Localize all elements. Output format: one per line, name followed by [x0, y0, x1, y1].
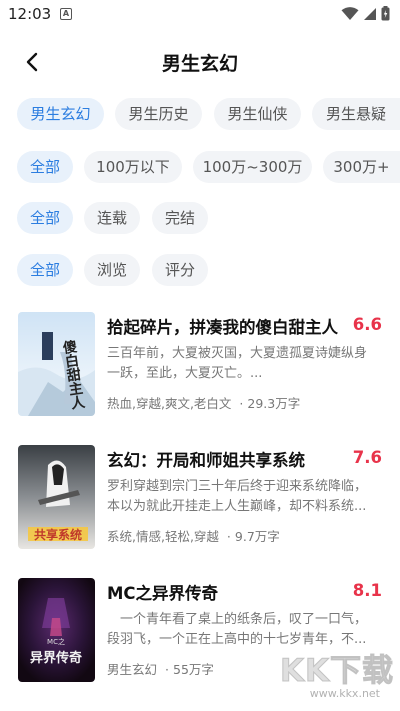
wifi-icon [341, 6, 359, 20]
book-meta: 系统,情感,轻松,穿越 · 9.7万字 [107, 529, 280, 544]
book-tags: 系统,情感,轻松,穿越 [107, 529, 219, 544]
book-title: 拾起碎片，拼凑我的傻白甜主人 [107, 318, 338, 337]
sort-filter-row: 全部 浏览 评分 [0, 254, 400, 286]
book-description: 罗利穿越到宗门三十年后终于迎来系统降临，本以为就此开挂走上人生巅峰，却不料系统.… [107, 479, 368, 514]
book-cover[interactable]: 共享系统 [18, 445, 95, 549]
watermark-url: www.kkx.net [309, 687, 380, 700]
header: 男生玄幻 [0, 40, 400, 84]
book-meta: 热血,穿越,爽文,老白文 · 29.3万字 [107, 396, 301, 411]
chip-sort-rating[interactable]: 评分 [152, 254, 208, 286]
chip-sort-views[interactable]: 浏览 [84, 254, 140, 286]
word-count-filter-row: 全部 100万以下 100万~300万 300万+ [0, 151, 400, 183]
chip-category-history[interactable]: 男生历史 [115, 98, 202, 130]
book-score: 8.1 [352, 581, 382, 600]
chip-status-finished[interactable]: 完结 [152, 202, 208, 234]
book-item[interactable]: 共享系统 玄幻：开局和师姐共享系统 7.6 罗利穿越到宗门三十年后终于迎来系统降… [0, 445, 400, 551]
cover-title-art: 共享系统 [34, 527, 82, 542]
status-time: 12:03 [8, 5, 52, 23]
chip-words-under-1m[interactable]: 100万以下 [84, 151, 182, 183]
watermark-logo: KK下载 [279, 653, 394, 690]
category-filter-row: 男生玄幻 男生历史 男生仙侠 男生悬疑 [0, 98, 400, 130]
chip-sort-all[interactable]: 全部 [17, 254, 73, 286]
book-word-count: 9.7万字 [234, 529, 280, 544]
cover-title-art: 异界传奇 [30, 650, 82, 666]
chip-category-mystery[interactable]: 男生悬疑 [312, 98, 400, 130]
book-tags: 男生玄幻 [107, 662, 158, 677]
book-tags: 热血,穿越,爽文,老白文 [107, 396, 232, 411]
book-title: 玄幻：开局和师姐共享系统 [107, 451, 305, 470]
book-title: MC之异界传奇 [107, 584, 219, 603]
book-meta: 男生玄幻 · 55万字 [107, 662, 214, 677]
book-description: 三百年前，大夏被灭国，大夏遗孤夏诗婕纵身一跃，至此，大夏灭亡。... [107, 346, 368, 381]
chip-words-over-3m[interactable]: 300万+ [323, 151, 400, 183]
book-item[interactable]: 傻白甜主人 拾起碎片，拼凑我的傻白甜主人 6.6 三百年前，大夏被灭国，大夏遗孤… [0, 312, 400, 418]
book-word-count: 29.3万字 [247, 396, 301, 411]
signal-icon [364, 7, 376, 20]
cover-subtitle-art: MC之 [47, 637, 65, 646]
book-description: 一个青年看了桌上的纸条后，叹了一口气，段羽飞，一个正在上高中的十七岁青年，不..… [107, 612, 368, 647]
book-word-count: 55万字 [173, 662, 214, 677]
status-icons [341, 6, 390, 21]
book-cover[interactable]: 傻白甜主人 [18, 312, 95, 416]
watermark: KK下载 www.kkx.net [276, 645, 394, 703]
chip-status-ongoing[interactable]: 连载 [84, 202, 140, 234]
status-filter-row: 全部 连载 完结 [0, 202, 400, 234]
chip-status-all[interactable]: 全部 [17, 202, 73, 234]
book-cover[interactable]: MC之 异界传奇 [18, 578, 95, 682]
chip-words-all[interactable]: 全部 [17, 151, 73, 183]
book-score: 7.6 [352, 448, 382, 467]
chip-category-xianxia[interactable]: 男生仙侠 [214, 98, 301, 130]
chip-category-xuanhuan[interactable]: 男生玄幻 [17, 98, 104, 130]
book-score: 6.6 [352, 315, 382, 334]
notification-icon: A [60, 8, 72, 20]
status-bar: 12:03 A [0, 0, 400, 28]
page-title: 男生玄幻 [161, 53, 238, 75]
chip-words-1m-3m[interactable]: 100万~300万 [193, 151, 312, 183]
battery-icon [381, 6, 390, 21]
